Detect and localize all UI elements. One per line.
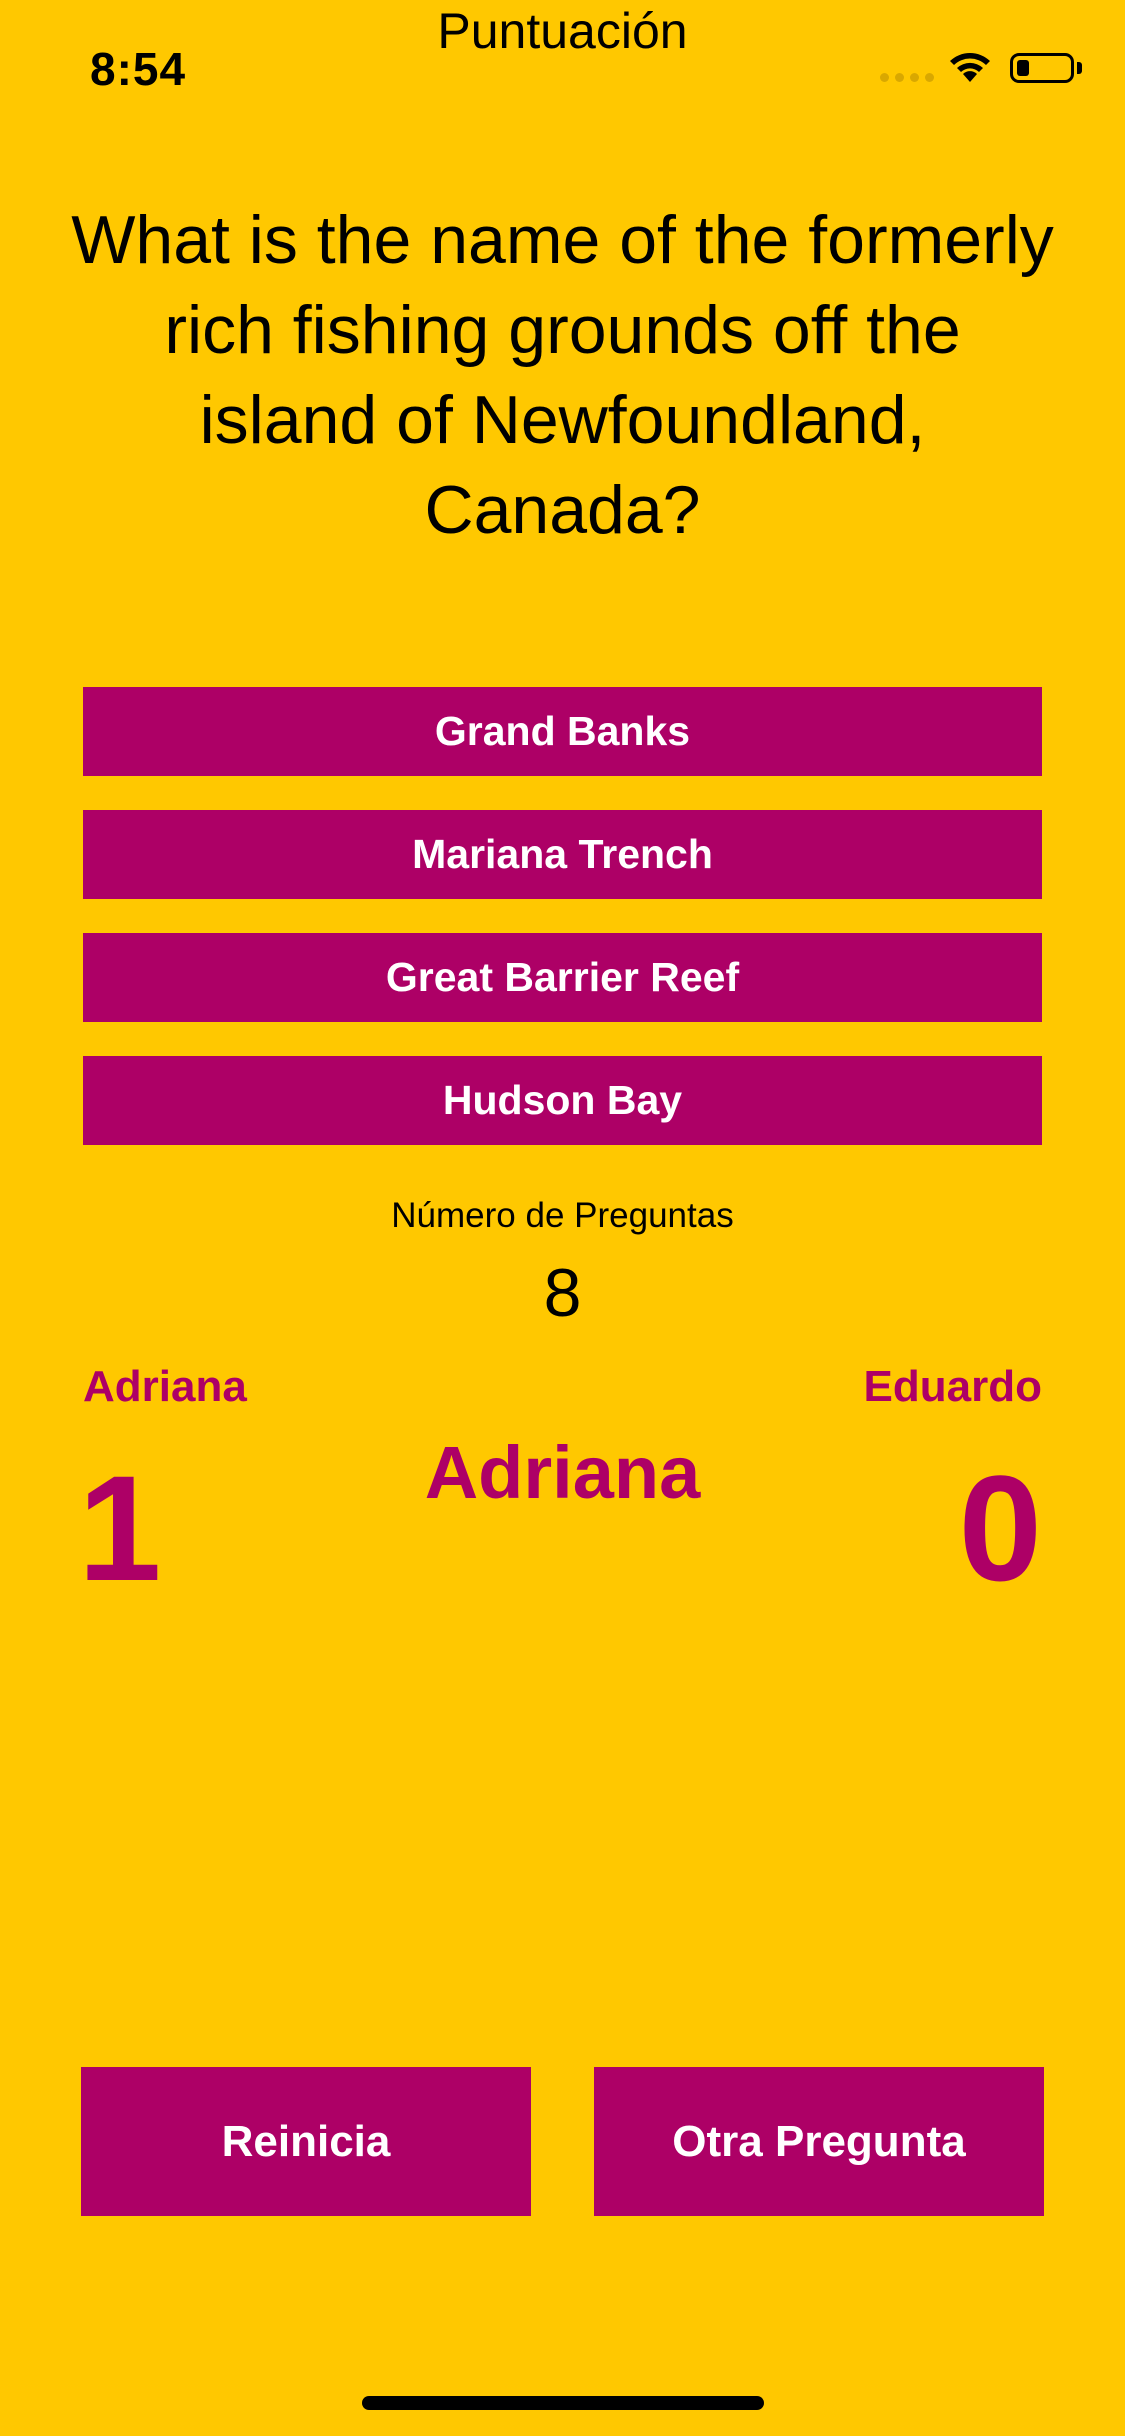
question-text: What is the name of the formerly rich fi…: [71, 202, 1054, 548]
question-count-label: Número de Preguntas: [391, 1196, 734, 1235]
question-count-value: 8: [543, 1255, 582, 1331]
player-right-name: Eduardo: [863, 1362, 1042, 1411]
battery-icon: [1010, 53, 1074, 83]
answer-label: Great Barrier Reef: [385, 954, 740, 1000]
answer-label: Hudson Bay: [442, 1077, 683, 1123]
restart-button[interactable]: Reinicia: [81, 2067, 531, 2216]
answer-button-4[interactable]: Hudson Bay: [83, 1056, 1042, 1145]
wifi-icon: [948, 50, 992, 89]
current-player-name: Adriana: [424, 1431, 701, 1514]
answer-label: Mariana Trench: [412, 831, 713, 877]
cellular-signal-icon: [880, 73, 934, 82]
next-question-button-label: Otra Pregunta: [672, 2116, 966, 2166]
home-indicator[interactable]: [362, 2396, 764, 2410]
battery-cap: [1077, 62, 1082, 74]
restart-button-label: Reinicia: [221, 2116, 391, 2166]
player-left-name: Adriana: [83, 1362, 247, 1411]
next-question-button[interactable]: Otra Pregunta: [594, 2067, 1044, 2216]
answer-label: Grand Banks: [434, 708, 691, 754]
answer-button-3[interactable]: Great Barrier Reef: [83, 933, 1042, 1022]
answer-button-1[interactable]: Grand Banks: [83, 687, 1042, 776]
answer-button-2[interactable]: Mariana Trench: [83, 810, 1042, 899]
